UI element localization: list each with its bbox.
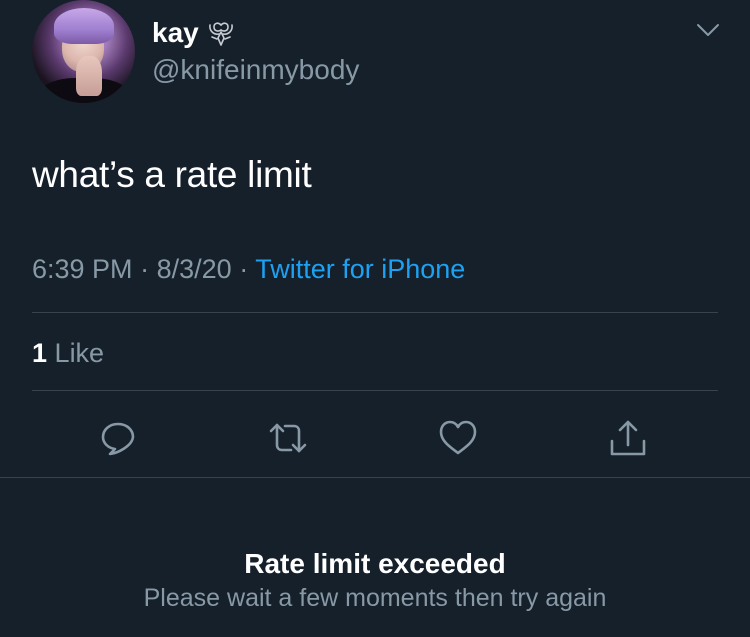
display-name[interactable]: kay xyxy=(152,17,199,49)
floral-emblem-icon xyxy=(209,22,233,46)
avatar-hand xyxy=(76,56,102,96)
divider xyxy=(32,312,718,313)
likes-label: Like xyxy=(54,338,105,368)
tweet-date: 8/3/20 xyxy=(156,254,232,284)
error-title: Rate limit exceeded xyxy=(244,548,506,579)
reply-button[interactable] xyxy=(98,418,138,458)
tweet-detail: kay @knifeinmybody what’s a rate limit 6… xyxy=(0,0,750,637)
chevron-down-icon[interactable] xyxy=(695,22,721,38)
heart-icon xyxy=(439,420,477,455)
tweet-time: 6:39 PM xyxy=(32,254,133,284)
meta-separator: · xyxy=(239,254,249,284)
tweet-meta: 6:39 PM · 8/3/20 · Twitter for iPhone xyxy=(32,253,465,285)
likes-summary[interactable]: 1 Like xyxy=(32,337,104,369)
divider xyxy=(0,477,750,478)
user-handle[interactable]: @knifeinmybody xyxy=(152,54,359,86)
like-button[interactable] xyxy=(438,418,478,458)
retweet-icon xyxy=(269,423,307,453)
reply-icon xyxy=(101,422,135,456)
tweet-source-link[interactable]: Twitter for iPhone xyxy=(255,254,465,284)
divider xyxy=(32,390,718,391)
tweet-text: what’s a rate limit xyxy=(32,154,312,195)
error-subtitle: Please wait a few moments then try again xyxy=(143,584,607,612)
share-button[interactable] xyxy=(608,418,648,458)
meta-separator: · xyxy=(140,254,150,284)
retweet-button[interactable] xyxy=(268,418,308,458)
avatar-hair xyxy=(54,8,114,44)
likes-count: 1 xyxy=(32,338,48,368)
avatar[interactable] xyxy=(32,0,135,103)
share-icon xyxy=(610,420,646,456)
